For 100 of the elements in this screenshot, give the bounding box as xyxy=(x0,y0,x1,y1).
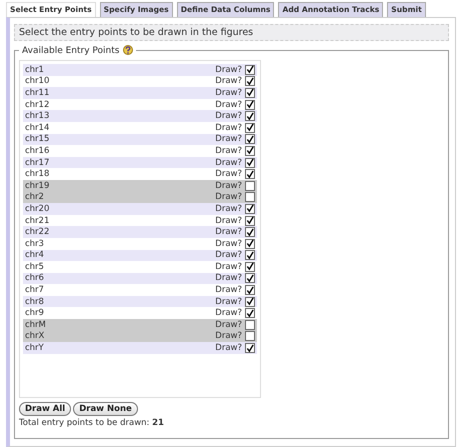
entry-name: chr22 xyxy=(25,227,50,238)
entry-name: chr12 xyxy=(25,100,50,110)
total-count-text: Total entry points to be drawn: 21 xyxy=(19,418,165,428)
entry-name: chr15 xyxy=(25,134,50,144)
entry-row[interactable]: chr13 Draw? xyxy=(23,110,257,122)
entry-row[interactable]: chr11 Draw? xyxy=(23,87,257,99)
entry-name: chr11 xyxy=(25,88,50,98)
draw-checkbox[interactable] xyxy=(245,250,255,260)
entry-row[interactable]: chr15 Draw? xyxy=(23,134,257,146)
entry-row[interactable]: chrX Draw? xyxy=(23,330,257,342)
entry-name: chr1 xyxy=(25,64,44,75)
draw-label: Draw? xyxy=(215,180,242,191)
draw-checkbox[interactable] xyxy=(245,64,255,75)
draw-checkbox[interactable] xyxy=(245,111,255,122)
entry-name: chr7 xyxy=(25,285,44,296)
draw-label: Draw? xyxy=(215,64,242,75)
draw-checkbox[interactable] xyxy=(245,76,255,86)
draw-checkbox[interactable] xyxy=(245,262,255,272)
draw-checkbox[interactable] xyxy=(245,320,255,330)
entry-name: chrX xyxy=(25,331,44,342)
entry-row[interactable]: chr12 Draw? xyxy=(23,98,257,110)
entry-name: chr5 xyxy=(25,262,44,272)
draw-checkbox[interactable] xyxy=(245,122,255,133)
entry-name: chr10 xyxy=(25,76,50,86)
draw-label: Draw? xyxy=(215,262,242,272)
entry-name: chr17 xyxy=(25,158,50,168)
entry-row[interactable]: chr8 Draw? xyxy=(23,296,257,308)
draw-label: Draw? xyxy=(215,192,242,202)
draw-label: Draw? xyxy=(215,111,242,122)
draw-checkbox[interactable] xyxy=(245,134,255,144)
draw-label: Draw? xyxy=(215,134,242,144)
entry-name: chr13 xyxy=(25,111,50,122)
draw-checkbox[interactable] xyxy=(245,343,255,354)
draw-label: Draw? xyxy=(215,296,242,307)
entry-row[interactable]: chr18 Draw? xyxy=(23,168,257,180)
fieldset-legend: Available Entry Points xyxy=(22,46,120,56)
entry-name: chr6 xyxy=(25,273,44,284)
entry-row[interactable]: chr5 Draw? xyxy=(23,261,257,273)
entry-name: chr14 xyxy=(25,122,50,133)
entry-row[interactable]: chrY Draw? xyxy=(23,342,257,354)
draw-checkbox[interactable] xyxy=(245,158,255,168)
draw-none-button[interactable]: Draw None xyxy=(73,402,138,416)
draw-all-button[interactable]: Draw All xyxy=(19,402,72,416)
draw-label: Draw? xyxy=(215,88,242,98)
draw-label: Draw? xyxy=(215,238,242,249)
entry-row[interactable]: chr7 Draw? xyxy=(23,284,257,296)
entry-row[interactable]: chr19 Draw? xyxy=(23,180,257,192)
entry-row[interactable]: chrM Draw? xyxy=(23,319,257,331)
entry-name: chrY xyxy=(25,343,44,354)
entry-name: chr9 xyxy=(25,308,44,318)
draw-label: Draw? xyxy=(215,273,242,284)
entry-name: chr18 xyxy=(25,169,50,180)
draw-label: Draw? xyxy=(215,320,242,330)
entry-row[interactable]: chr2 Draw? xyxy=(23,192,257,204)
draw-checkbox[interactable] xyxy=(245,308,255,318)
draw-checkbox[interactable] xyxy=(245,88,255,98)
draw-label: Draw? xyxy=(215,285,242,296)
entry-row[interactable]: chr17 Draw? xyxy=(23,156,257,168)
entry-row[interactable]: chr22 Draw? xyxy=(23,226,257,238)
entry-row[interactable]: chr3 Draw? xyxy=(23,238,257,250)
draw-checkbox[interactable] xyxy=(245,169,255,180)
entry-row[interactable]: chr9 Draw? xyxy=(23,307,257,320)
draw-checkbox[interactable] xyxy=(245,180,255,191)
draw-checkbox[interactable] xyxy=(245,296,255,307)
draw-label: Draw? xyxy=(215,169,242,180)
draw-checkbox[interactable] xyxy=(245,273,255,284)
entry-row[interactable]: chr6 Draw? xyxy=(23,272,257,284)
draw-checkbox[interactable] xyxy=(245,227,255,238)
entry-row[interactable]: chr1 Draw? xyxy=(23,64,257,76)
draw-checkbox[interactable] xyxy=(245,100,255,110)
draw-label: Draw? xyxy=(215,122,242,133)
entry-row[interactable]: chr14 Draw? xyxy=(23,122,257,134)
draw-label: Draw? xyxy=(215,227,242,238)
draw-checkbox[interactable] xyxy=(245,146,255,156)
draw-label: Draw? xyxy=(215,308,242,318)
entry-name: chr3 xyxy=(25,238,44,249)
entry-name: chr20 xyxy=(25,204,50,214)
entry-row[interactable]: chr21 Draw? xyxy=(23,214,257,226)
entry-name: chr19 xyxy=(25,180,50,191)
draw-checkbox[interactable] xyxy=(245,192,255,202)
draw-checkbox[interactable] xyxy=(245,238,255,249)
entry-row[interactable]: chr4 Draw? xyxy=(23,250,257,262)
draw-label: Draw? xyxy=(215,343,242,354)
entry-row[interactable]: chr10 Draw? xyxy=(23,76,257,88)
draw-label: Draw? xyxy=(215,216,242,226)
draw-label: Draw? xyxy=(215,100,242,110)
draw-label: Draw? xyxy=(215,158,242,168)
draw-label: Draw? xyxy=(215,146,242,156)
entry-name: chr8 xyxy=(25,296,44,307)
draw-checkbox[interactable] xyxy=(245,285,255,296)
entry-row[interactable]: chr16 Draw? xyxy=(23,145,257,157)
entry-name: chr16 xyxy=(25,146,50,156)
check-icon xyxy=(246,344,254,353)
entry-name: chr2 xyxy=(25,192,44,202)
help-icon[interactable] xyxy=(123,45,134,56)
draw-checkbox[interactable] xyxy=(245,216,255,226)
entry-row[interactable]: chr20 Draw? xyxy=(23,203,257,215)
draw-checkbox[interactable] xyxy=(245,331,255,342)
instruction-text: Select the entry points to be drawn in the figures xyxy=(14,24,449,41)
draw-checkbox[interactable] xyxy=(245,204,255,214)
